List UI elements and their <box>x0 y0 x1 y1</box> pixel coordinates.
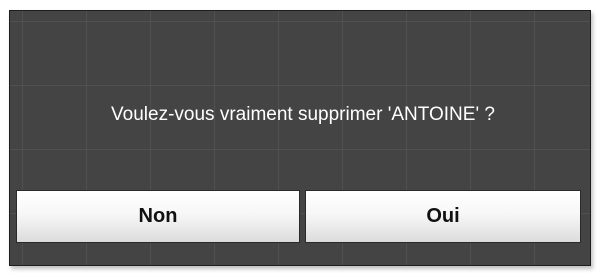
no-button[interactable]: Non <box>16 190 300 243</box>
yes-button[interactable]: Oui <box>305 190 581 243</box>
confirm-message: Voulez-vous vraiment supprimer 'ANTOINE'… <box>111 104 495 125</box>
